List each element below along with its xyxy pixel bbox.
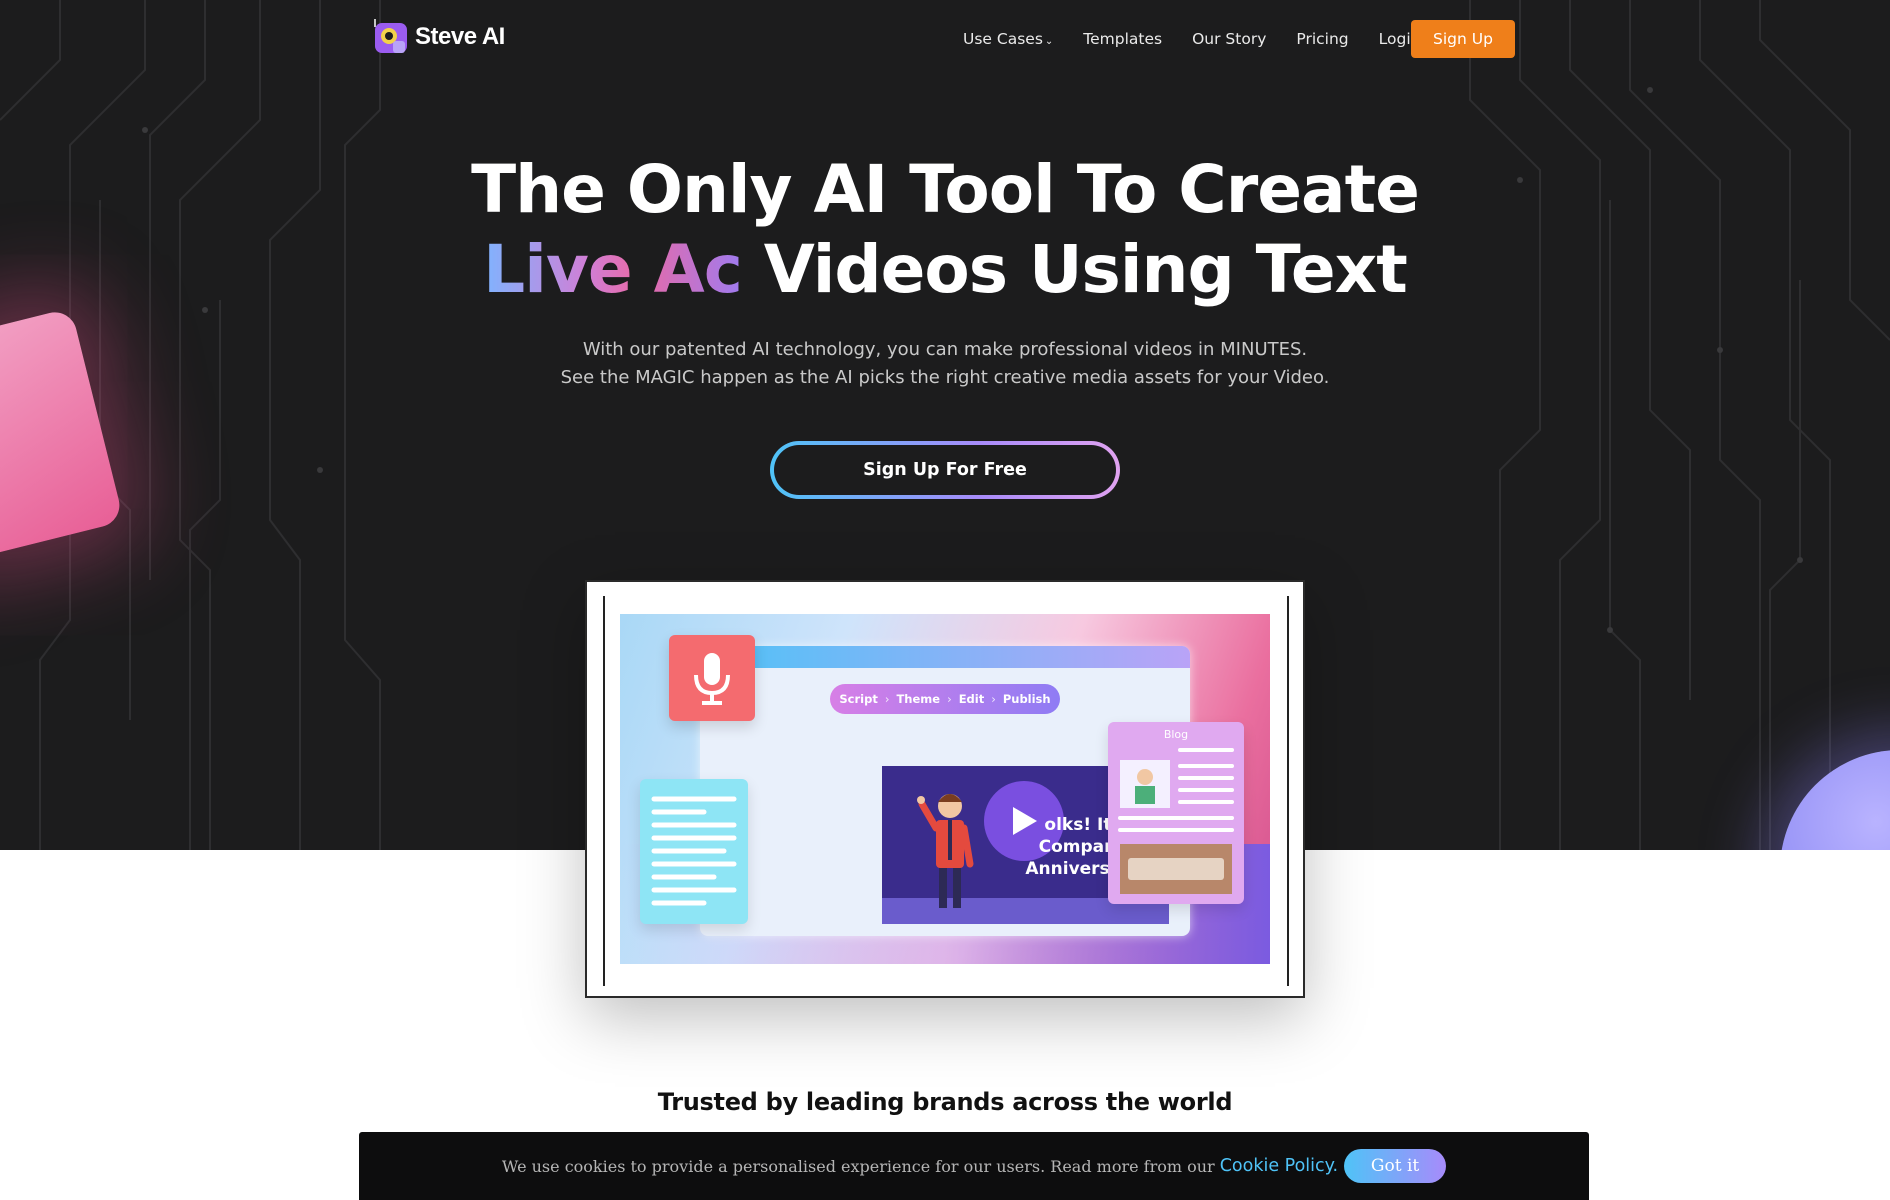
blog-content-icon: [1118, 748, 1234, 894]
headline-line-1: The Only AI Tool To Create: [471, 151, 1420, 228]
nav-use-cases-label: Use Cases: [963, 30, 1043, 48]
trusted-title: Trusted by leading brands across the wor…: [657, 1088, 1233, 1116]
microphone-icon: [694, 653, 730, 705]
chevron-down-icon: ⌄: [1044, 36, 1054, 47]
sign-up-button[interactable]: Sign Up: [1411, 20, 1515, 58]
chevron-right-icon: ›: [884, 692, 890, 706]
script-document-card: [640, 779, 748, 924]
nav-our-story[interactable]: Our Story: [1192, 30, 1266, 48]
logo-text: Steve AI: [415, 23, 505, 50]
hero-subtitle: With our patented AI technology, you can…: [0, 336, 1890, 392]
cookie-banner: We use cookies to provide a personalised…: [359, 1132, 1589, 1200]
editor-screen-bar: [700, 646, 1190, 668]
microphone-card: [669, 635, 755, 721]
logo[interactable]: Steve AI: [373, 19, 505, 55]
step-publish: Publish: [1002, 692, 1051, 706]
cookie-policy-link[interactable]: Cookie Policy.: [1220, 1156, 1338, 1176]
step-script: Script: [839, 692, 878, 706]
headline-line-2: Live Ac Videos Using Text: [0, 230, 1890, 310]
chevron-right-icon: ›: [991, 692, 996, 706]
nav-links: Use Cases ⌄ Templates Our Story Pricing L…: [963, 20, 1450, 58]
nav-pricing[interactable]: Pricing: [1296, 30, 1348, 48]
document-lines-icon: [651, 796, 737, 906]
cookie-text: We use cookies to provide a personalised…: [501, 1156, 1215, 1176]
chevron-right-icon: ›: [947, 692, 952, 706]
hero-headline: The Only AI Tool To Create Live Ac Video…: [0, 150, 1890, 310]
sign-up-free-label: Sign Up For Free: [774, 445, 1116, 495]
nav-use-cases[interactable]: Use Cases ⌄: [963, 30, 1053, 48]
subtitle-line-2: See the MAGIC happen as the AI picks the…: [560, 367, 1330, 388]
top-nav: Steve AI Use Cases ⌄ Templates Our Story …: [0, 0, 1890, 80]
step-theme: Theme: [896, 692, 941, 706]
workflow-steps: Script › Theme › Edit › Publish: [830, 684, 1060, 714]
headline-gradient-word: Live Ac: [483, 231, 743, 308]
product-illustration: Script› Theme› Edit› Publish olks! Its C…: [620, 614, 1270, 964]
nav-templates[interactable]: Templates: [1083, 30, 1162, 48]
cartoon-character: [917, 794, 974, 908]
cookie-accept-button[interactable]: Got it: [1344, 1149, 1447, 1183]
step-edit: Edit: [958, 692, 985, 706]
headline-rest: Videos Using Text: [741, 231, 1408, 308]
blog-card: Blog: [1108, 722, 1244, 904]
subtitle-line-1: With our patented AI technology, you can…: [582, 339, 1308, 360]
logo-icon: [374, 19, 407, 53]
sign-up-free-button[interactable]: Sign Up For Free: [770, 441, 1120, 499]
